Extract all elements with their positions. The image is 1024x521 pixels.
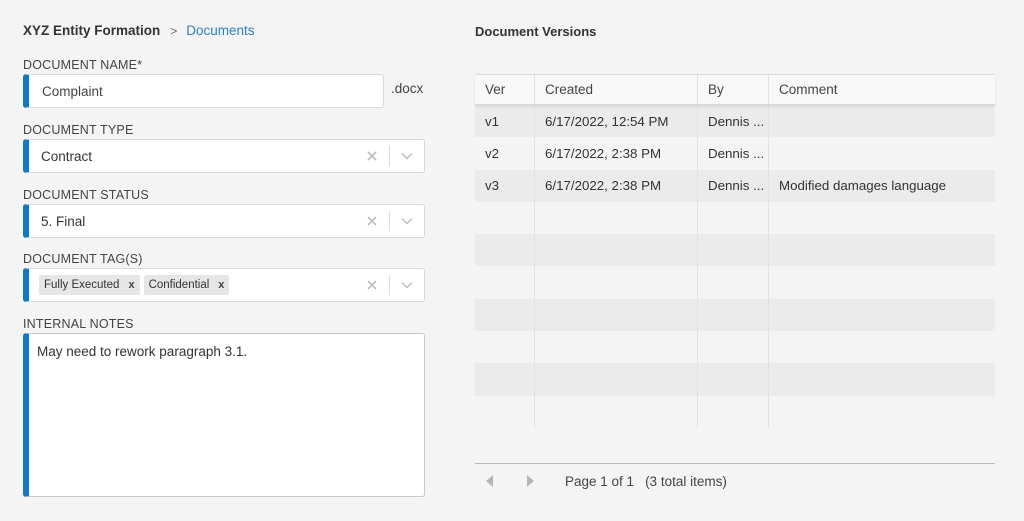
cell-comment [769, 137, 995, 169]
empty-row [475, 298, 995, 332]
document-status-select[interactable]: 5. Final [23, 204, 425, 238]
breadcrumb-separator: > [170, 23, 178, 38]
empty-row [475, 395, 995, 428]
cell-comment: Modified damages language [779, 178, 947, 194]
clear-type-icon[interactable] [363, 147, 381, 165]
document-status-label: DOCUMENT STATUS [23, 188, 149, 202]
clear-tags-icon[interactable] [363, 276, 381, 294]
cell-ver: v3 [475, 169, 535, 202]
table-row[interactable]: v3 6/17/2022, 2:38 PM Dennis ... Modifie… [475, 169, 995, 202]
grid-body: v1 6/17/2022, 12:54 PM Dennis ... v2 6/1… [475, 105, 995, 461]
tag-chip: Confidential x [143, 275, 230, 295]
cell-by: Dennis ... [698, 169, 769, 202]
empty-row [475, 331, 995, 364]
prev-page-icon[interactable] [480, 475, 500, 487]
tag-label: Fully Executed [44, 279, 120, 291]
document-name-input[interactable]: Complaint [23, 74, 384, 108]
breadcrumb-root: XYZ Entity Formation [23, 23, 161, 38]
document-status-value: 5. Final [41, 213, 86, 229]
empty-row [475, 266, 995, 299]
table-row[interactable]: v2 6/17/2022, 2:38 PM Dennis ... [475, 137, 995, 170]
table-row[interactable]: v1 6/17/2022, 12:54 PM Dennis ... [475, 105, 995, 138]
empty-row [475, 234, 995, 267]
cell-created: 6/17/2022, 2:38 PM [535, 137, 698, 170]
remove-tag-icon[interactable]: x [218, 279, 224, 291]
file-extension: .docx [391, 81, 424, 96]
next-page-icon[interactable] [520, 475, 540, 487]
column-header-ver[interactable]: Ver [475, 75, 535, 104]
chevron-down-icon[interactable] [390, 152, 424, 160]
document-type-value: Contract [41, 148, 93, 164]
remove-tag-icon[interactable]: x [128, 279, 134, 291]
grid-header: Ver Created By Comment [475, 75, 995, 105]
versions-title: Document Versions [475, 24, 597, 39]
pager: Page 1 of 1 (3 total items) [475, 463, 995, 498]
page-indicator: Page 1 of 1 [565, 473, 635, 489]
document-type-select[interactable]: Contract [23, 139, 425, 173]
breadcrumb-documents-link[interactable]: Documents [186, 23, 254, 38]
cell-comment [769, 105, 995, 137]
document-tags-label: DOCUMENT TAG(S) [23, 252, 143, 266]
chevron-down-icon[interactable] [390, 217, 424, 225]
clear-status-icon[interactable] [363, 212, 381, 230]
cell-by: Dennis ... [698, 105, 769, 138]
internal-notes-label: INTERNAL NOTES [23, 317, 134, 331]
document-tags-select[interactable]: Fully Executed x Confidential x [23, 268, 425, 302]
chevron-down-icon[interactable] [390, 281, 424, 289]
cell-created: 6/17/2022, 2:38 PM [535, 169, 698, 202]
tag-chip: Fully Executed x [39, 275, 140, 295]
empty-row [475, 201, 995, 235]
column-header-created[interactable]: Created [535, 75, 698, 104]
empty-row [475, 363, 995, 396]
internal-notes-textarea[interactable]: May need to rework paragraph 3.1. [23, 333, 425, 497]
tag-label: Confidential [148, 279, 210, 291]
column-header-comment[interactable]: Comment [769, 75, 995, 104]
breadcrumb: XYZ Entity Formation > Documents [23, 23, 255, 38]
cell-created: 6/17/2022, 12:54 PM [535, 105, 698, 138]
versions-grid: Ver Created By Comment v1 6/17/2022, 12:… [475, 74, 995, 498]
column-header-by[interactable]: By [698, 75, 769, 104]
document-type-label: DOCUMENT TYPE [23, 123, 134, 137]
cell-ver: v2 [475, 137, 535, 170]
cell-by: Dennis ... [698, 137, 769, 170]
total-items: (3 total items) [645, 473, 727, 489]
cell-ver: v1 [475, 105, 535, 138]
document-name-label: DOCUMENT NAME* [23, 58, 143, 72]
document-name-value: Complaint [42, 83, 103, 99]
